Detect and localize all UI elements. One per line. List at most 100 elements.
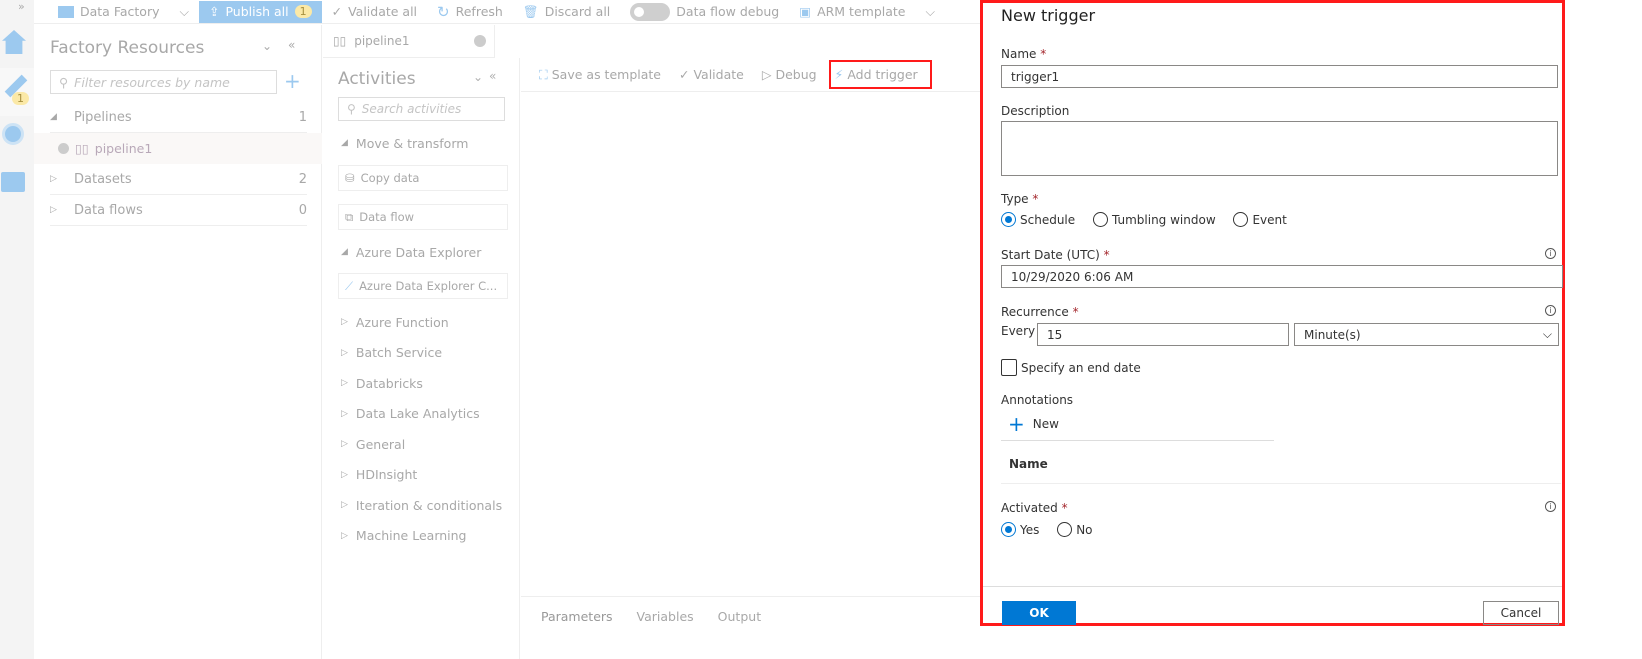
collapse-pane-icon[interactable]: « (489, 69, 496, 83)
tab-parameters[interactable]: Parameters (541, 609, 613, 659)
ade-icon: ⟋ (345, 278, 354, 293)
refresh-button[interactable]: ↻ Refresh (427, 1, 513, 23)
cancel-button[interactable]: Cancel (1483, 601, 1559, 625)
save-as-template-button[interactable]: ⛶ Save as template (539, 67, 661, 83)
arm-template-button[interactable]: ▣ ARM template ⌵ (789, 1, 945, 23)
radio-tumbling-window[interactable]: Tumbling window (1092, 212, 1216, 227)
publish-all-button[interactable]: ⇪ Publish all 1 (198, 0, 322, 23)
home-icon[interactable] (2, 30, 26, 54)
unit-dropdown[interactable]: Minute(s) ⌵ (1294, 323, 1559, 346)
radio-yes[interactable]: Yes (1001, 522, 1039, 537)
category-item[interactable]: ▷ General (341, 429, 502, 460)
category-label: HDInsight (355, 467, 418, 483)
info-icon[interactable]: i (1545, 501, 1556, 512)
author-nav[interactable]: 1 (0, 68, 34, 116)
data-flow-debug-toggle[interactable]: Data flow debug (620, 1, 789, 23)
monitor-icon[interactable] (2, 123, 24, 145)
category-item[interactable]: ▷ Databricks (341, 368, 502, 399)
validate-all-label: Validate all (348, 4, 418, 19)
toolbox-icon[interactable] (1, 172, 25, 192)
radio-schedule[interactable]: Schedule (1001, 212, 1075, 227)
name-input[interactable]: trigger1 (1001, 65, 1558, 88)
category-item[interactable]: ▷ HDInsight (341, 460, 502, 491)
status-dot-icon (58, 143, 69, 154)
category-move-transform[interactable]: ◢ Move & transform (341, 128, 468, 159)
name-label: Name * (1001, 47, 1047, 61)
info-icon[interactable]: i (1545, 305, 1556, 316)
author-badge: 1 (12, 92, 29, 105)
info-icon[interactable]: i (1545, 248, 1556, 259)
validate-label: Validate (693, 67, 744, 82)
toggle-switch[interactable] (630, 2, 671, 21)
tab-label: pipeline1 (354, 34, 410, 48)
category-item[interactable]: ▷ Machine Learning (341, 521, 502, 552)
validate-all-button[interactable]: ✓ Validate all (322, 1, 427, 23)
activity-copy-data[interactable]: ⛁ Copy data (338, 165, 508, 191)
validate-button[interactable]: ✓ Validate (679, 67, 744, 82)
publish-count: 1 (294, 5, 312, 18)
expanded-icon: ◢ (341, 138, 348, 149)
interval-input[interactable]: 15 (1037, 323, 1289, 346)
factory-name: Data Factory (80, 4, 160, 19)
add-trigger-label: Add trigger (847, 67, 918, 82)
filter-placeholder: Filter resources by name (74, 74, 230, 90)
name-value: trigger1 (1011, 69, 1060, 84)
add-resource-icon[interactable]: + (284, 69, 301, 93)
category-item[interactable]: ▷ Azure Function (341, 307, 502, 338)
dataflow-icon: ⧉ (345, 209, 354, 224)
activated-radio-group: Yes No (1001, 522, 1107, 540)
trigger-icon: ⚡ (834, 67, 844, 82)
filter-resources-input[interactable]: ⚲ Filter resources by name (50, 70, 277, 94)
debug-label: Debug (775, 67, 817, 82)
new-annotation-button[interactable]: + New (1008, 414, 1059, 434)
category-item[interactable]: ▷ Batch Service (341, 338, 502, 369)
unit-value: Minute(s) (1304, 327, 1361, 342)
refresh-icon: ↻ (437, 2, 450, 21)
tree-item-pipelines[interactable]: ◢ Pipelines 1 (50, 102, 307, 133)
category-label: Iteration & conditionals (355, 497, 503, 513)
add-trigger-button[interactable]: ⚡ Add trigger (828, 60, 932, 89)
unsaved-dot-icon (474, 35, 486, 47)
description-textarea[interactable] (1001, 121, 1558, 176)
end-date-checkbox[interactable]: Specify an end date (1001, 359, 1141, 376)
arm-icon: ▣ (799, 4, 812, 19)
factory-icon (58, 5, 74, 18)
expand-icon[interactable]: » (18, 0, 25, 13)
collapse-pane-icon[interactable]: « (288, 38, 295, 52)
ok-button[interactable]: OK (1002, 601, 1076, 625)
activity-ade-command[interactable]: ⟋ Azure Data Explorer C... (338, 273, 508, 299)
start-date-input[interactable]: 10/29/2020 6:06 AM (1001, 265, 1563, 288)
left-nav: » 1 (0, 0, 34, 659)
collapsed-icon: ▷ (341, 439, 348, 450)
collapse-all-icon[interactable]: ⌄ (262, 39, 272, 53)
category-label: Data Lake Analytics (355, 406, 480, 422)
collapsed-icon: ▷ (341, 347, 348, 358)
bottom-tabs: Parameters Variables Output (521, 596, 980, 659)
annotation-name-header: Name (1009, 457, 1048, 471)
category-item[interactable]: ▷ Data Lake Analytics (341, 399, 502, 430)
checkbox[interactable] (1001, 359, 1017, 376)
activity-data-flow[interactable]: ⧉ Data flow (338, 204, 508, 230)
collapsed-icon: ▷ (341, 500, 348, 511)
search-activities-input[interactable]: ⚲ Search activities (338, 97, 505, 121)
tab-output[interactable]: Output (718, 609, 761, 659)
tree-item-datasets[interactable]: ▷ Datasets 2 (50, 164, 307, 195)
search-icon: ⚲ (347, 102, 356, 116)
radio-event[interactable]: Event (1233, 212, 1287, 227)
tab-pipeline1[interactable]: ▯▯ pipeline1 (323, 25, 495, 58)
save-template-label: Save as template (551, 66, 661, 82)
collapse-all-icon[interactable]: ⌄ (473, 70, 483, 84)
chevron-down-icon: ⌵ (179, 3, 189, 19)
category-azure-data-explorer[interactable]: ◢ Azure Data Explorer (341, 237, 481, 268)
tree-item-pipeline1[interactable]: ▯▯ pipeline1 (34, 133, 322, 164)
chevron-down-icon: ⌵ (925, 3, 935, 19)
radio-no[interactable]: No (1057, 522, 1093, 537)
debug-button[interactable]: ▷ Debug (762, 67, 817, 82)
tree-item-data-flows[interactable]: ▷ Data flows 0 (50, 195, 307, 226)
factory-selector[interactable]: Data Factory ⌵ (34, 1, 199, 23)
discard-all-button[interactable]: 🗑 Discard all (513, 1, 620, 23)
tab-variables[interactable]: Variables (637, 609, 694, 659)
category-item[interactable]: ▷ Iteration & conditionals (341, 490, 502, 521)
tree-count: 1 (298, 109, 307, 125)
canvas-toolbar: ⛶ Save as template ✓ Validate ▷ Debug ⚡ … (521, 58, 980, 92)
